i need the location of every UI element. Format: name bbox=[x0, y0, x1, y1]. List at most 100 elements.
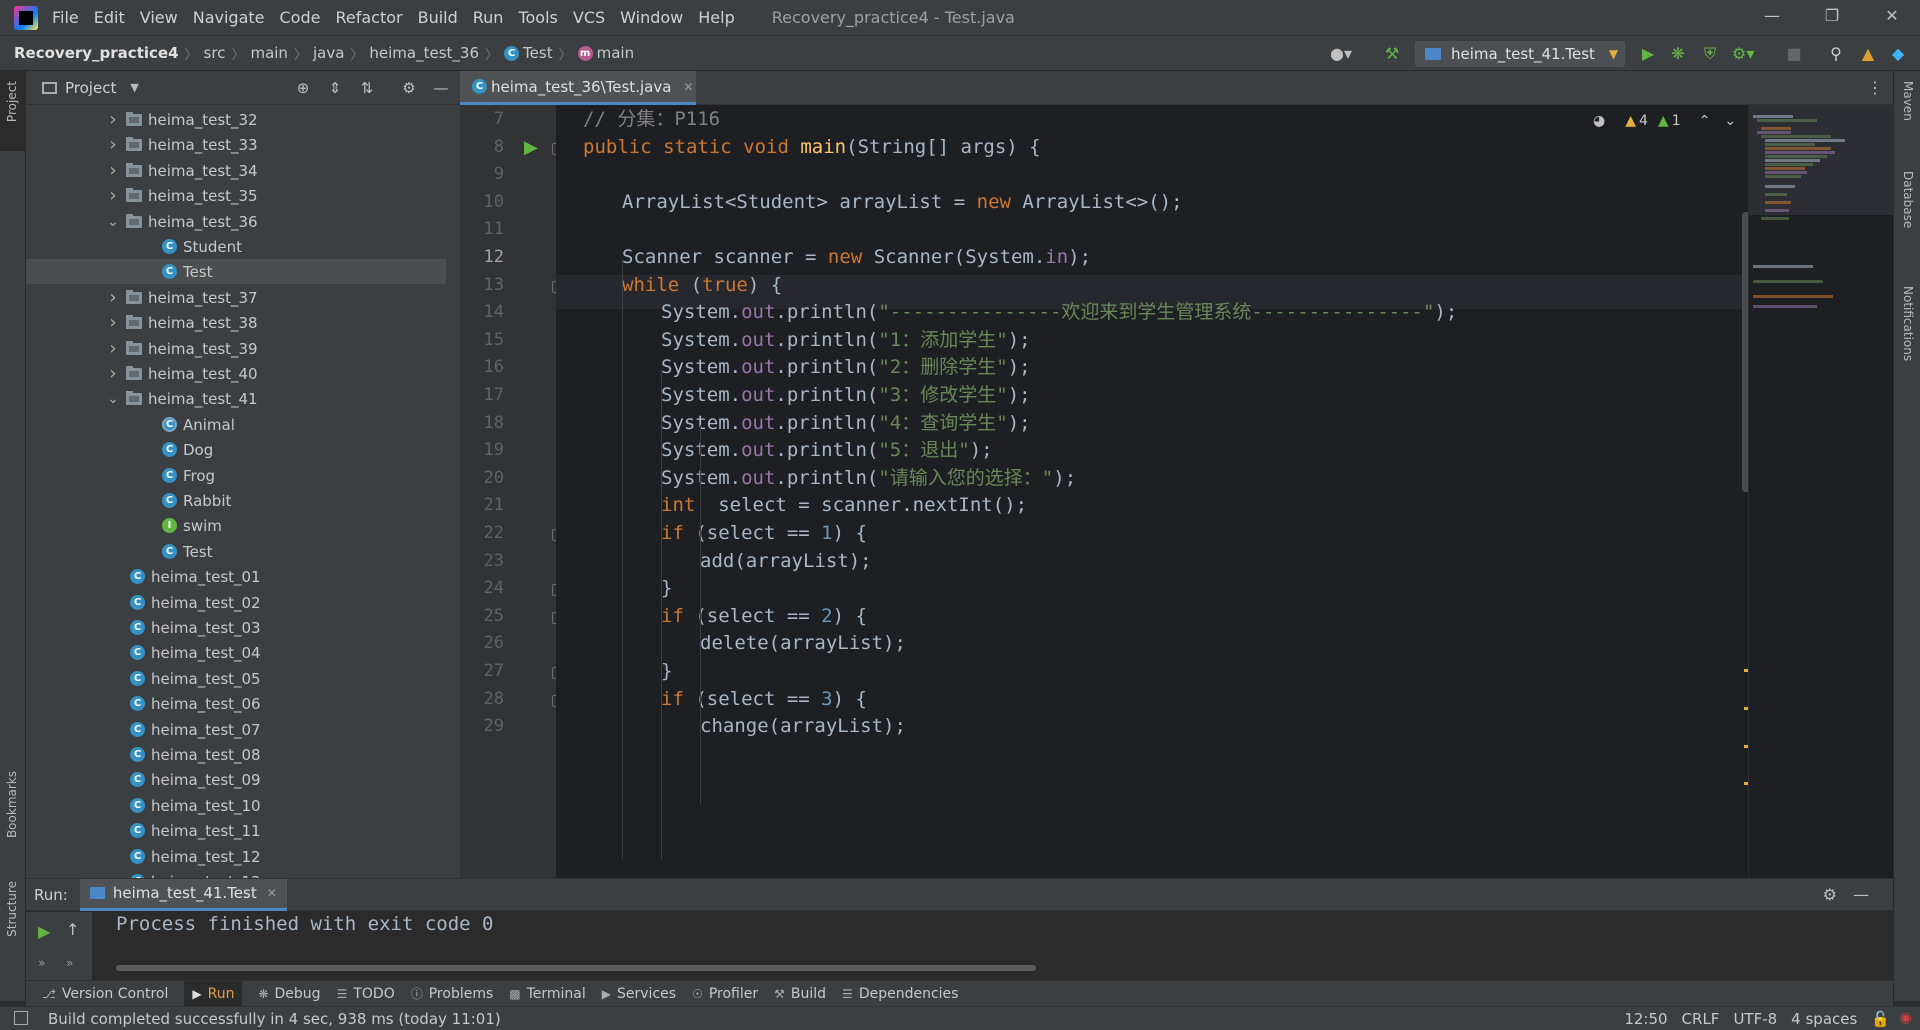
run-console-scrollbar[interactable] bbox=[116, 965, 1036, 971]
line-number[interactable]: 21 bbox=[460, 495, 504, 515]
update-icon[interactable]: ▲ bbox=[1858, 44, 1878, 64]
reader-mode-icon[interactable]: ◕ bbox=[1593, 113, 1605, 129]
run-icon[interactable]: ▶ bbox=[1638, 44, 1658, 64]
breadcrumb-project[interactable]: Recovery_practice4 bbox=[14, 44, 179, 62]
close-tab-icon[interactable]: ✕ bbox=[267, 886, 277, 900]
code-line[interactable]: public static void main(String[] args) { bbox=[583, 130, 1041, 164]
code-line[interactable]: change(arrayList); bbox=[700, 709, 906, 743]
line-number[interactable]: 10 bbox=[460, 192, 504, 212]
menu-code[interactable]: Code bbox=[280, 8, 321, 27]
line-separator[interactable]: CRLF bbox=[1682, 1010, 1720, 1028]
line-number[interactable]: 22 bbox=[460, 523, 504, 543]
tree-item[interactable]: Cheima_test_07 bbox=[26, 717, 446, 742]
notifications-tool-button[interactable]: Notifications bbox=[1901, 286, 1915, 361]
tree-item[interactable]: C Student bbox=[26, 234, 446, 259]
line-number[interactable]: 7 bbox=[460, 109, 504, 129]
rerun-icon[interactable]: ▶ bbox=[38, 922, 50, 941]
error-indicator-icon[interactable]: ◉ bbox=[1900, 1010, 1912, 1026]
code-line[interactable]: delete(arrayList); bbox=[700, 626, 906, 660]
menu-window[interactable]: Window bbox=[620, 8, 683, 27]
run-tab[interactable]: heima_test_41.Test ✕ bbox=[79, 878, 287, 911]
lock-icon[interactable]: 🔓 bbox=[1871, 1010, 1890, 1028]
line-number[interactable]: 29 bbox=[460, 716, 504, 736]
tree-item[interactable]: C Animal bbox=[26, 412, 446, 437]
line-number[interactable]: 18 bbox=[460, 413, 504, 433]
menu-tools[interactable]: Tools bbox=[518, 8, 557, 27]
tree-item[interactable]: › heima_test_33 bbox=[26, 132, 446, 157]
previous-highlight-icon[interactable]: ⌃ bbox=[1699, 113, 1711, 129]
line-number[interactable]: 26 bbox=[460, 633, 504, 653]
tree-item[interactable]: C Test bbox=[26, 539, 446, 564]
tool-dependencies[interactable]: ☰ Dependencies bbox=[842, 986, 958, 1002]
menu-file[interactable]: File bbox=[52, 8, 79, 27]
chevron-right-icon[interactable]: › bbox=[106, 134, 120, 155]
line-number[interactable]: 20 bbox=[460, 468, 504, 488]
file-encoding[interactable]: UTF-8 bbox=[1733, 1010, 1777, 1028]
tool-build[interactable]: ⚒ Build bbox=[774, 986, 826, 1002]
breadcrumb-main[interactable]: main bbox=[250, 44, 287, 62]
locate-icon[interactable]: ⊕ bbox=[294, 79, 312, 97]
line-number[interactable]: 19 bbox=[460, 440, 504, 460]
menu-run[interactable]: Run bbox=[473, 8, 504, 27]
toggle-tool-windows-icon[interactable] bbox=[14, 1011, 28, 1025]
editor-tab-test-java[interactable]: C heima_test_36\Test.java ✕ bbox=[460, 71, 696, 105]
line-number[interactable]: 14 bbox=[460, 302, 504, 322]
line-number[interactable]: 11 bbox=[460, 219, 504, 239]
tree-item[interactable]: Cheima_test_01 bbox=[26, 564, 446, 589]
chevron-right-icon[interactable]: › bbox=[106, 185, 120, 206]
caret-position[interactable]: 12:50 bbox=[1624, 1010, 1667, 1028]
chevron-right-icon[interactable]: › bbox=[106, 287, 120, 308]
tree-item[interactable]: Cheima_test_08 bbox=[26, 742, 446, 767]
breadcrumb-src[interactable]: src bbox=[204, 44, 226, 62]
tree-item[interactable]: › heima_test_37 bbox=[26, 285, 446, 310]
up-arrow-icon[interactable]: ↑ bbox=[66, 920, 79, 939]
menu-refactor[interactable]: Refactor bbox=[335, 8, 402, 27]
line-number[interactable]: 15 bbox=[460, 330, 504, 350]
line-number[interactable]: 27 bbox=[460, 661, 504, 681]
more-actions-icon[interactable]: » bbox=[66, 956, 73, 970]
tree-item[interactable]: Cheima_test_03 bbox=[26, 615, 446, 640]
tree-item[interactable]: › heima_test_32 bbox=[26, 107, 446, 132]
tree-item[interactable]: ⌄ heima_test_41 bbox=[26, 386, 446, 411]
tree-item[interactable]: C Dog bbox=[26, 437, 446, 462]
bookmarks-tool-button[interactable]: Bookmarks bbox=[5, 771, 19, 838]
minimize-icon[interactable]: — bbox=[1762, 6, 1782, 26]
chevron-down-icon[interactable]: ⌄ bbox=[106, 391, 120, 407]
breadcrumb-java[interactable]: java bbox=[313, 44, 344, 62]
line-number[interactable]: 12 bbox=[460, 247, 504, 267]
more-tabs-icon[interactable]: ⋮ bbox=[1867, 78, 1883, 97]
tool-profiler[interactable]: ☉ Profiler bbox=[692, 986, 758, 1002]
tree-item[interactable]: Cheima_test_11 bbox=[26, 818, 446, 843]
run-configuration-select[interactable]: heima_test_41.Test ▼ bbox=[1415, 41, 1625, 67]
tree-item[interactable]: Cheima_test_09 bbox=[26, 767, 446, 792]
tool-terminal[interactable]: ▩ Terminal bbox=[509, 986, 586, 1002]
tree-item[interactable]: ⌄ heima_test_36 bbox=[26, 209, 446, 234]
tree-item[interactable]: › heima_test_38 bbox=[26, 310, 446, 335]
inspection-widget[interactable]: ◕ ▲ 4 ▲ 1 ⌃ ⌄ bbox=[1593, 113, 1736, 129]
line-number[interactable]: 25 bbox=[460, 606, 504, 626]
tree-item[interactable]: › heima_test_35 bbox=[26, 183, 446, 208]
chevron-right-icon[interactable]: › bbox=[106, 312, 120, 333]
chevron-right-icon[interactable]: › bbox=[106, 160, 120, 181]
maven-tool-button[interactable]: Maven bbox=[1901, 81, 1915, 121]
tree-item[interactable]: Cheima_test_02 bbox=[26, 590, 446, 615]
tool-todo[interactable]: ☰ TODO bbox=[337, 986, 395, 1002]
menu-vcs[interactable]: VCS bbox=[573, 8, 605, 27]
tree-item[interactable]: › heima_test_39 bbox=[26, 336, 446, 361]
breadcrumb-class[interactable]: Test bbox=[523, 44, 553, 62]
line-number[interactable]: 23 bbox=[460, 551, 504, 571]
breadcrumb-package[interactable]: heima_test_36 bbox=[369, 44, 479, 62]
tool-version-control[interactable]: ⎇ Version Control bbox=[42, 986, 168, 1002]
tree-item[interactable]: Cheima_test_10 bbox=[26, 793, 446, 818]
jetbrains-toolbox-icon[interactable]: ◆ bbox=[1888, 44, 1908, 64]
line-number[interactable]: 17 bbox=[460, 385, 504, 405]
line-number[interactable]: 24 bbox=[460, 578, 504, 598]
database-tool-button[interactable]: Database bbox=[1901, 171, 1915, 228]
gear-icon[interactable]: ⚙ bbox=[1823, 885, 1837, 904]
menu-edit[interactable]: Edit bbox=[94, 8, 125, 27]
tree-item[interactable]: Cheima_test_04 bbox=[26, 640, 446, 665]
menu-help[interactable]: Help bbox=[698, 8, 734, 27]
line-number[interactable]: 13 bbox=[460, 275, 504, 295]
tree-item[interactable]: Cheima_test_05 bbox=[26, 666, 446, 691]
gear-icon[interactable]: ⚙ bbox=[400, 79, 418, 97]
